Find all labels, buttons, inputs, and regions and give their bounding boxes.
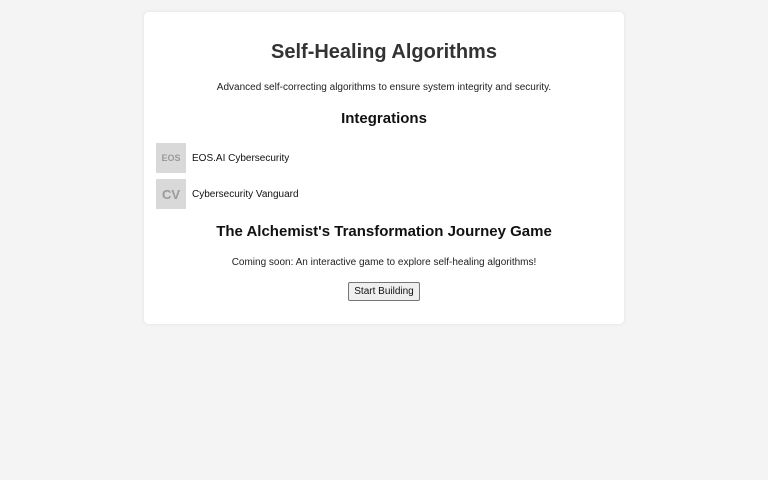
game-description: Coming soon: An interactive game to expl… [231, 257, 537, 268]
game-heading: The Alchemist's Transformation Journey G… [216, 223, 552, 240]
page-title: Self-Healing Algorithms [271, 41, 497, 63]
page-description: Advanced self-correcting algorithms to e… [216, 82, 552, 93]
integrations-heading: Integrations [341, 110, 427, 127]
button-container: Start Building [144, 281, 624, 301]
cv-logo: CV [156, 179, 186, 209]
integration-item-cv: CV Cybersecurity Vanguard [156, 179, 299, 209]
main-card: Self-Healing Algorithms Advanced self-co… [144, 12, 624, 324]
eos-logo: EOS [156, 143, 186, 173]
integration-name: Cybersecurity Vanguard [192, 188, 299, 200]
start-building-button[interactable]: Start Building [348, 282, 420, 301]
integration-name: EOS.AI Cybersecurity [192, 152, 290, 164]
integration-item-eos: EOS EOS.AI Cybersecurity [156, 143, 289, 173]
